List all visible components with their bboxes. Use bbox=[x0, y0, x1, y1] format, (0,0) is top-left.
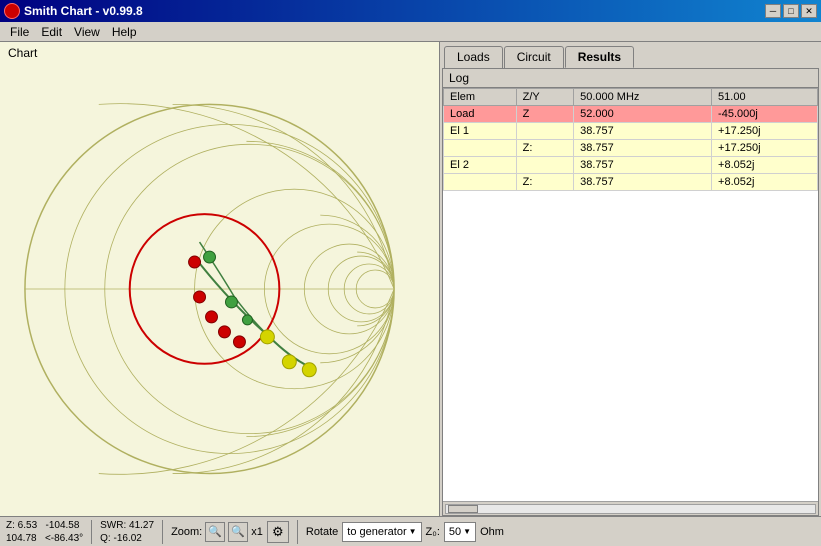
maximize-button[interactable]: □ bbox=[783, 4, 799, 18]
col-freq1: 50.000 MHz bbox=[574, 89, 712, 106]
z-val2: -104.58 bbox=[45, 520, 79, 531]
cell-el1-elem: El 1 bbox=[444, 123, 517, 140]
main-content: Chart bbox=[0, 42, 821, 516]
cell-load-elem: Load bbox=[444, 106, 517, 123]
settings-button[interactable]: ⚙ bbox=[267, 521, 289, 543]
log-header: Log bbox=[443, 69, 818, 88]
tab-loads[interactable]: Loads bbox=[444, 46, 503, 68]
cell-el1-zy bbox=[516, 123, 573, 140]
col-elem: Elem bbox=[444, 89, 517, 106]
rotate-label: Rotate bbox=[306, 526, 338, 538]
swr-display: SWR: 41.27 Q: -16.02 bbox=[100, 519, 154, 545]
right-panel: Loads Circuit Results Log Elem Z/Y 50.00… bbox=[440, 42, 821, 516]
cell-el2-zy bbox=[516, 157, 573, 174]
cell-load-val2: -45.000j bbox=[712, 106, 818, 123]
cell-z2-elem bbox=[444, 174, 517, 191]
cell-el2-val2: +8.052j bbox=[712, 157, 818, 174]
cell-load-zy: Z bbox=[516, 106, 573, 123]
z0-dropdown[interactable]: 50 ▼ bbox=[444, 522, 476, 542]
menu-file[interactable]: File bbox=[4, 24, 35, 40]
menu-help[interactable]: Help bbox=[106, 24, 143, 40]
z0-value: 50 bbox=[449, 526, 461, 538]
q-row: Q: -16.02 bbox=[100, 532, 154, 545]
menu-view[interactable]: View bbox=[68, 24, 106, 40]
separator-3 bbox=[297, 520, 298, 544]
rotate-dropdown-arrow: ▼ bbox=[409, 527, 417, 536]
table-row-z1: Z: 38.757 +17.250j bbox=[444, 140, 818, 157]
minimize-button[interactable]: ─ bbox=[765, 4, 781, 18]
cell-z1-val1: 38.757 bbox=[574, 140, 712, 157]
cell-z1-val2: +17.250j bbox=[712, 140, 818, 157]
zoom-value: x1 bbox=[251, 526, 263, 538]
separator-2 bbox=[162, 520, 163, 544]
cell-el2-elem: El 2 bbox=[444, 157, 517, 174]
z-val3: 104.78 bbox=[6, 533, 37, 544]
table-row-load: Load Z 52.000 -45.000j bbox=[444, 106, 818, 123]
table-row-z2: Z: 38.757 +8.052j bbox=[444, 174, 818, 191]
scrollbar-thumb[interactable] bbox=[448, 505, 478, 513]
cell-el1-val1: 38.757 bbox=[574, 123, 712, 140]
chart-label: Chart bbox=[8, 46, 37, 60]
z-label-row: Z: 6.53 -104.58 bbox=[6, 519, 83, 532]
zoom-in-button[interactable]: 🔍 bbox=[228, 522, 248, 542]
tab-content-results: Log Elem Z/Y 50.000 MHz 51.00 Load bbox=[442, 68, 819, 516]
separator-1 bbox=[91, 520, 92, 544]
swr-row: SWR: 41.27 bbox=[100, 519, 154, 532]
cell-el2-val1: 38.757 bbox=[574, 157, 712, 174]
rotate-section: Rotate to generator ▼ Z₀: 50 ▼ Ohm bbox=[306, 522, 504, 542]
ohm-label: Ohm bbox=[480, 526, 504, 538]
smith-chart-panel: Chart bbox=[0, 42, 440, 516]
zoom-controls: Zoom: 🔍 🔍 x1 bbox=[171, 522, 263, 542]
title-bar: Smith Chart - v0.99.8 ─ □ ✕ bbox=[0, 0, 821, 22]
cell-z2-val1: 38.757 bbox=[574, 174, 712, 191]
swr-value: 41.27 bbox=[129, 520, 154, 531]
swr-label: SWR: bbox=[100, 520, 126, 531]
rotate-value: to generator bbox=[347, 526, 406, 538]
tabs-row: Loads Circuit Results bbox=[440, 42, 821, 68]
cell-z1-elem bbox=[444, 140, 517, 157]
app-icon bbox=[4, 3, 20, 19]
z-display: Z: 6.53 -104.58 104.78 <-86.43° bbox=[6, 519, 83, 545]
col-freq2: 51.00 bbox=[712, 89, 818, 106]
zoom-label: Zoom: bbox=[171, 526, 202, 538]
z-val4: <-86.43° bbox=[45, 533, 83, 544]
rotate-dropdown[interactable]: to generator ▼ bbox=[342, 522, 421, 542]
tab-circuit[interactable]: Circuit bbox=[504, 46, 564, 68]
scrollbar-track[interactable] bbox=[445, 504, 816, 514]
q-label: Q: bbox=[100, 533, 111, 544]
q-value: -16.02 bbox=[113, 533, 141, 544]
cell-el1-val2: +17.250j bbox=[712, 123, 818, 140]
window-controls[interactable]: ─ □ ✕ bbox=[765, 4, 817, 18]
tab-results[interactable]: Results bbox=[565, 46, 634, 68]
z-polar-row: 104.78 <-86.43° bbox=[6, 532, 83, 545]
z-val1: 6.53 bbox=[18, 520, 37, 531]
results-table: Elem Z/Y 50.000 MHz 51.00 Load Z 52.000 … bbox=[443, 88, 818, 191]
table-row-el1: El 1 38.757 +17.250j bbox=[444, 123, 818, 140]
z0-dropdown-arrow: ▼ bbox=[463, 527, 471, 536]
results-table-area[interactable]: Elem Z/Y 50.000 MHz 51.00 Load Z 52.000 … bbox=[443, 88, 818, 501]
window-title: Smith Chart - v0.99.8 bbox=[24, 4, 143, 18]
cell-z2-zy: Z: bbox=[516, 174, 573, 191]
title-bar-left: Smith Chart - v0.99.8 bbox=[4, 3, 143, 19]
smith-chart-svg bbox=[0, 42, 439, 516]
menu-bar: File Edit View Help bbox=[0, 22, 821, 42]
cell-z1-zy: Z: bbox=[516, 140, 573, 157]
z-label: Z: bbox=[6, 520, 15, 531]
z0-label: Z₀: bbox=[426, 526, 440, 538]
status-bar: Z: 6.53 -104.58 104.78 <-86.43° SWR: 41.… bbox=[0, 516, 821, 546]
cell-load-val1: 52.000 bbox=[574, 106, 712, 123]
menu-edit[interactable]: Edit bbox=[35, 24, 68, 40]
table-row-el2: El 2 38.757 +8.052j bbox=[444, 157, 818, 174]
col-zy: Z/Y bbox=[516, 89, 573, 106]
close-button[interactable]: ✕ bbox=[801, 4, 817, 18]
zoom-out-button[interactable]: 🔍 bbox=[205, 522, 225, 542]
horizontal-scrollbar[interactable] bbox=[443, 501, 818, 515]
cell-z2-val2: +8.052j bbox=[712, 174, 818, 191]
